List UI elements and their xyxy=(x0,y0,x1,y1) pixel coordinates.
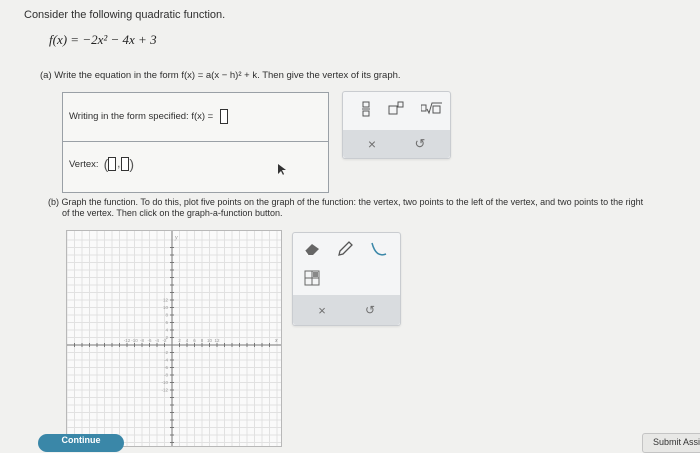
writing-label: Writing in the form specified: f(x) = xyxy=(69,111,214,123)
vertex-k-input[interactable] xyxy=(121,157,130,171)
graph-area[interactable]: -12 -10 -8 -6 -4 -2 2 4 6 8 10 12 12 10 8 6 4 2 -2 -4 -6 -8 -1… xyxy=(66,230,282,447)
continue-button[interactable]: Continue xyxy=(38,434,124,452)
x-tick-label: -10 xyxy=(131,338,138,343)
x-tick-label: -8 xyxy=(140,338,144,343)
eraser-icon[interactable] xyxy=(302,240,322,258)
clear-button-b[interactable]: × xyxy=(313,301,331,319)
x-tick-label: 10 xyxy=(207,338,213,343)
sqrt-icon[interactable] xyxy=(420,100,444,116)
x-tick-label: -6 xyxy=(147,338,151,343)
toolbar-a-actions: × ↺ xyxy=(343,130,450,158)
clear-button-a[interactable]: × xyxy=(363,135,381,153)
toolbar-b-actions: × ↺ xyxy=(293,295,400,325)
y-axis-label: y xyxy=(174,235,178,241)
y-tick-label: -2 xyxy=(164,350,168,355)
graph-toolbar-b: × ↺ xyxy=(292,232,401,326)
part-a-instructions: (a) Write the equation in the form f(x) … xyxy=(40,70,401,81)
y-tick-label: -6 xyxy=(164,365,168,370)
submit-button[interactable]: Submit Assi xyxy=(642,433,700,453)
panel-divider xyxy=(63,141,328,142)
y-tick-label: -10 xyxy=(161,380,168,385)
part-b-instructions-line1: (b) Graph the function. To do this, plot… xyxy=(48,197,644,207)
table-icon[interactable] xyxy=(303,269,321,287)
fraction-icon[interactable] xyxy=(359,100,373,118)
y-tick-label: 12 xyxy=(163,298,169,303)
parabola-icon[interactable] xyxy=(369,239,389,259)
x-axis-label: x xyxy=(274,338,278,344)
y-tick-label: -12 xyxy=(161,388,168,393)
math-toolbar-a: × ↺ xyxy=(342,91,451,159)
x-tick-label: 4 xyxy=(186,338,189,343)
x-tick-label: 2 xyxy=(178,338,181,343)
part-b-instructions-line2: of the vertex. Then click on the graph-a… xyxy=(62,208,283,218)
pencil-icon[interactable] xyxy=(335,239,355,259)
undo-button-a[interactable]: ↺ xyxy=(411,135,429,153)
y-tick-label: -4 xyxy=(164,358,168,363)
x-tick-label: 6 xyxy=(193,338,196,343)
coordinate-grid[interactable]: -12 -10 -8 -6 -4 -2 2 4 6 8 10 1212108642-2-4-6-8-1… xyxy=(67,231,281,446)
equation-input[interactable] xyxy=(219,109,228,124)
x-tick-label: 8 xyxy=(201,338,204,343)
prompt-text: Consider the following quadratic functio… xyxy=(24,9,226,21)
function-definition: f(x) = −2x² − 4x + 3 xyxy=(49,32,157,47)
vertex-label: Vertex: xyxy=(69,158,99,170)
exponent-icon[interactable] xyxy=(387,100,405,116)
vertex-comma: , xyxy=(117,158,121,170)
x-tick-label: -4 xyxy=(155,338,159,343)
answer-panel: Writing in the form specified: f(x) = Ve… xyxy=(62,92,329,193)
x-tick-label: -12 xyxy=(124,338,131,343)
vertex-paren-close: ) xyxy=(129,156,134,172)
undo-button-b[interactable]: ↺ xyxy=(361,301,379,319)
writing-row: Writing in the form specified: f(x) = xyxy=(69,109,228,124)
x-tick-label: 12 xyxy=(214,338,220,343)
y-tick-label: 10 xyxy=(163,305,169,310)
mouse-cursor-icon xyxy=(278,164,286,176)
vertex-row: Vertex: ( , ) xyxy=(69,156,134,172)
vertex-h-input[interactable] xyxy=(108,157,117,171)
y-tick-label: -8 xyxy=(164,373,168,378)
